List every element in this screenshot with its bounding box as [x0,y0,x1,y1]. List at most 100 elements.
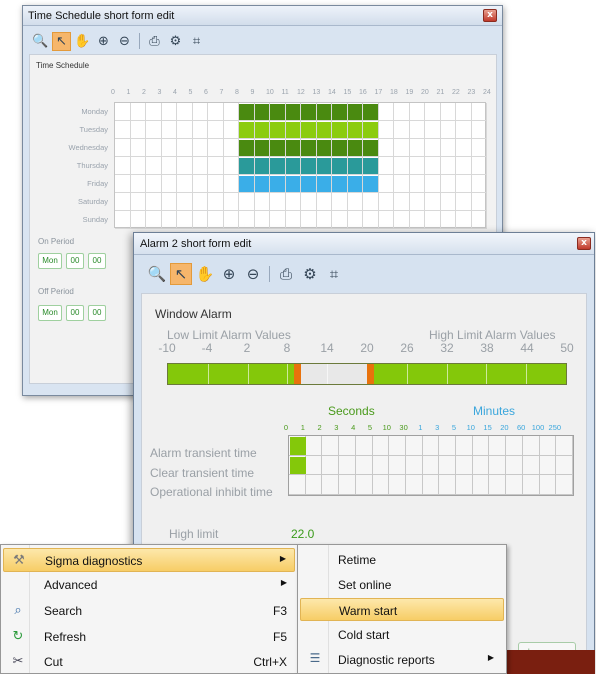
grid-cell[interactable] [161,211,177,229]
zoom-out-icon[interactable]: ⊖ [242,263,264,285]
grid-cell[interactable] [394,139,410,157]
time-cell[interactable] [439,436,457,456]
time-cell[interactable] [355,475,373,495]
schedule-block[interactable] [239,158,254,174]
grid-cell[interactable] [115,211,131,229]
grid-cell[interactable] [146,193,162,211]
transient-value-block[interactable] [290,456,306,475]
time-cell[interactable] [489,436,507,456]
schedule-block[interactable] [270,104,285,120]
schedule-block[interactable] [301,176,316,192]
grid-cell[interactable] [254,193,270,211]
grid-cell[interactable] [409,103,425,121]
time-cell[interactable] [389,455,406,476]
high-limit-value[interactable]: 22.0 [291,527,314,541]
time-cell[interactable] [322,455,340,476]
schedule-block[interactable] [239,104,254,120]
menu-item-retime[interactable]: Retime [300,548,504,571]
grid-cell[interactable] [347,211,363,229]
time-cell[interactable] [422,455,440,476]
on-period-minute[interactable]: 00 [88,253,106,269]
grid-cell[interactable] [316,193,332,211]
grid-cell[interactable] [394,211,410,229]
time-cell[interactable] [372,455,390,476]
grid-cell[interactable] [130,103,146,121]
schedule-block[interactable] [316,158,331,174]
grid-cell[interactable] [456,103,472,121]
time-cell[interactable] [322,436,340,456]
time-cell[interactable] [522,436,540,456]
schedule-block[interactable] [347,122,362,138]
grid-cell[interactable] [223,139,239,157]
grid-cell[interactable] [378,211,394,229]
grid-cell[interactable] [115,121,131,139]
menu-item-refresh[interactable]: ↻ Refresh F5 [3,625,295,649]
print-setup-icon[interactable]: ⚙ [166,32,185,51]
time-cell[interactable] [289,475,306,495]
grid-cell[interactable] [425,175,441,193]
grid-cell[interactable] [440,103,456,121]
time-cell[interactable] [422,475,440,495]
schedule-block[interactable] [285,158,300,174]
grid-cell[interactable] [471,193,487,211]
menu-item-set-online[interactable]: Set online [300,573,504,596]
grid-cell[interactable] [146,121,162,139]
schedule-block[interactable] [332,140,347,156]
time-cell[interactable] [405,475,423,495]
grid-cell[interactable] [130,175,146,193]
grid-cell[interactable] [394,193,410,211]
schedule-block[interactable] [270,158,285,174]
grid-cell[interactable] [223,175,239,193]
schedule-block[interactable] [270,122,285,138]
grid-cell[interactable] [440,175,456,193]
grid-cell[interactable] [146,157,162,175]
time-cell[interactable] [389,436,406,456]
schedule-block[interactable] [285,176,300,192]
schedule-block[interactable] [332,158,347,174]
grid-cell[interactable] [130,193,146,211]
grid-cell[interactable] [239,211,255,229]
grid-cell[interactable] [208,211,224,229]
grid-cell[interactable] [270,211,286,229]
menu-item-diagnostic-reports[interactable]: ☰ Diagnostic reports ▶ [300,648,504,671]
grid-cell[interactable] [254,211,270,229]
grid-cell[interactable] [192,139,208,157]
menu-item-warm-start[interactable]: Warm start [300,598,504,621]
grid-cell[interactable] [425,103,441,121]
grid-cell[interactable] [378,121,394,139]
grid-cell[interactable] [363,211,379,229]
schedule-block[interactable] [270,140,285,156]
zoom-in-icon[interactable]: ⊕ [218,263,240,285]
grid-cell[interactable] [301,211,317,229]
schedule-block[interactable] [254,122,269,138]
time-cell[interactable] [456,455,473,476]
title-bar[interactable]: Time Schedule short form edit x [23,6,502,26]
pan-hand-icon[interactable]: ✋ [194,263,216,285]
schedule-block[interactable] [363,122,378,138]
schedule-block[interactable] [332,122,347,138]
grid-cell[interactable] [146,175,162,193]
grid-cell[interactable] [161,175,177,193]
grid-cell[interactable] [409,157,425,175]
grid-cell[interactable] [332,193,348,211]
grid-cell[interactable] [285,211,301,229]
transient-value-block[interactable] [290,437,306,455]
grid-cell[interactable] [394,157,410,175]
grid-cell[interactable] [130,121,146,139]
close-button[interactable]: x [577,237,591,250]
print-preview-icon[interactable]: ⌗ [187,32,206,51]
on-period-day[interactable]: Mon [38,253,62,269]
schedule-block[interactable] [363,140,378,156]
zoom-tool-icon[interactable]: 🔍 [146,263,168,285]
schedule-block[interactable] [332,176,347,192]
grid-cell[interactable] [177,121,193,139]
grid-cell[interactable] [440,139,456,157]
schedule-block[interactable] [285,140,300,156]
grid-cell[interactable] [456,193,472,211]
title-bar[interactable]: Alarm 2 short form edit x [134,233,594,255]
schedule-block[interactable] [363,158,378,174]
time-cell[interactable] [456,475,473,495]
grid-cell[interactable] [115,175,131,193]
grid-cell[interactable] [456,121,472,139]
grid-cell[interactable] [332,211,348,229]
